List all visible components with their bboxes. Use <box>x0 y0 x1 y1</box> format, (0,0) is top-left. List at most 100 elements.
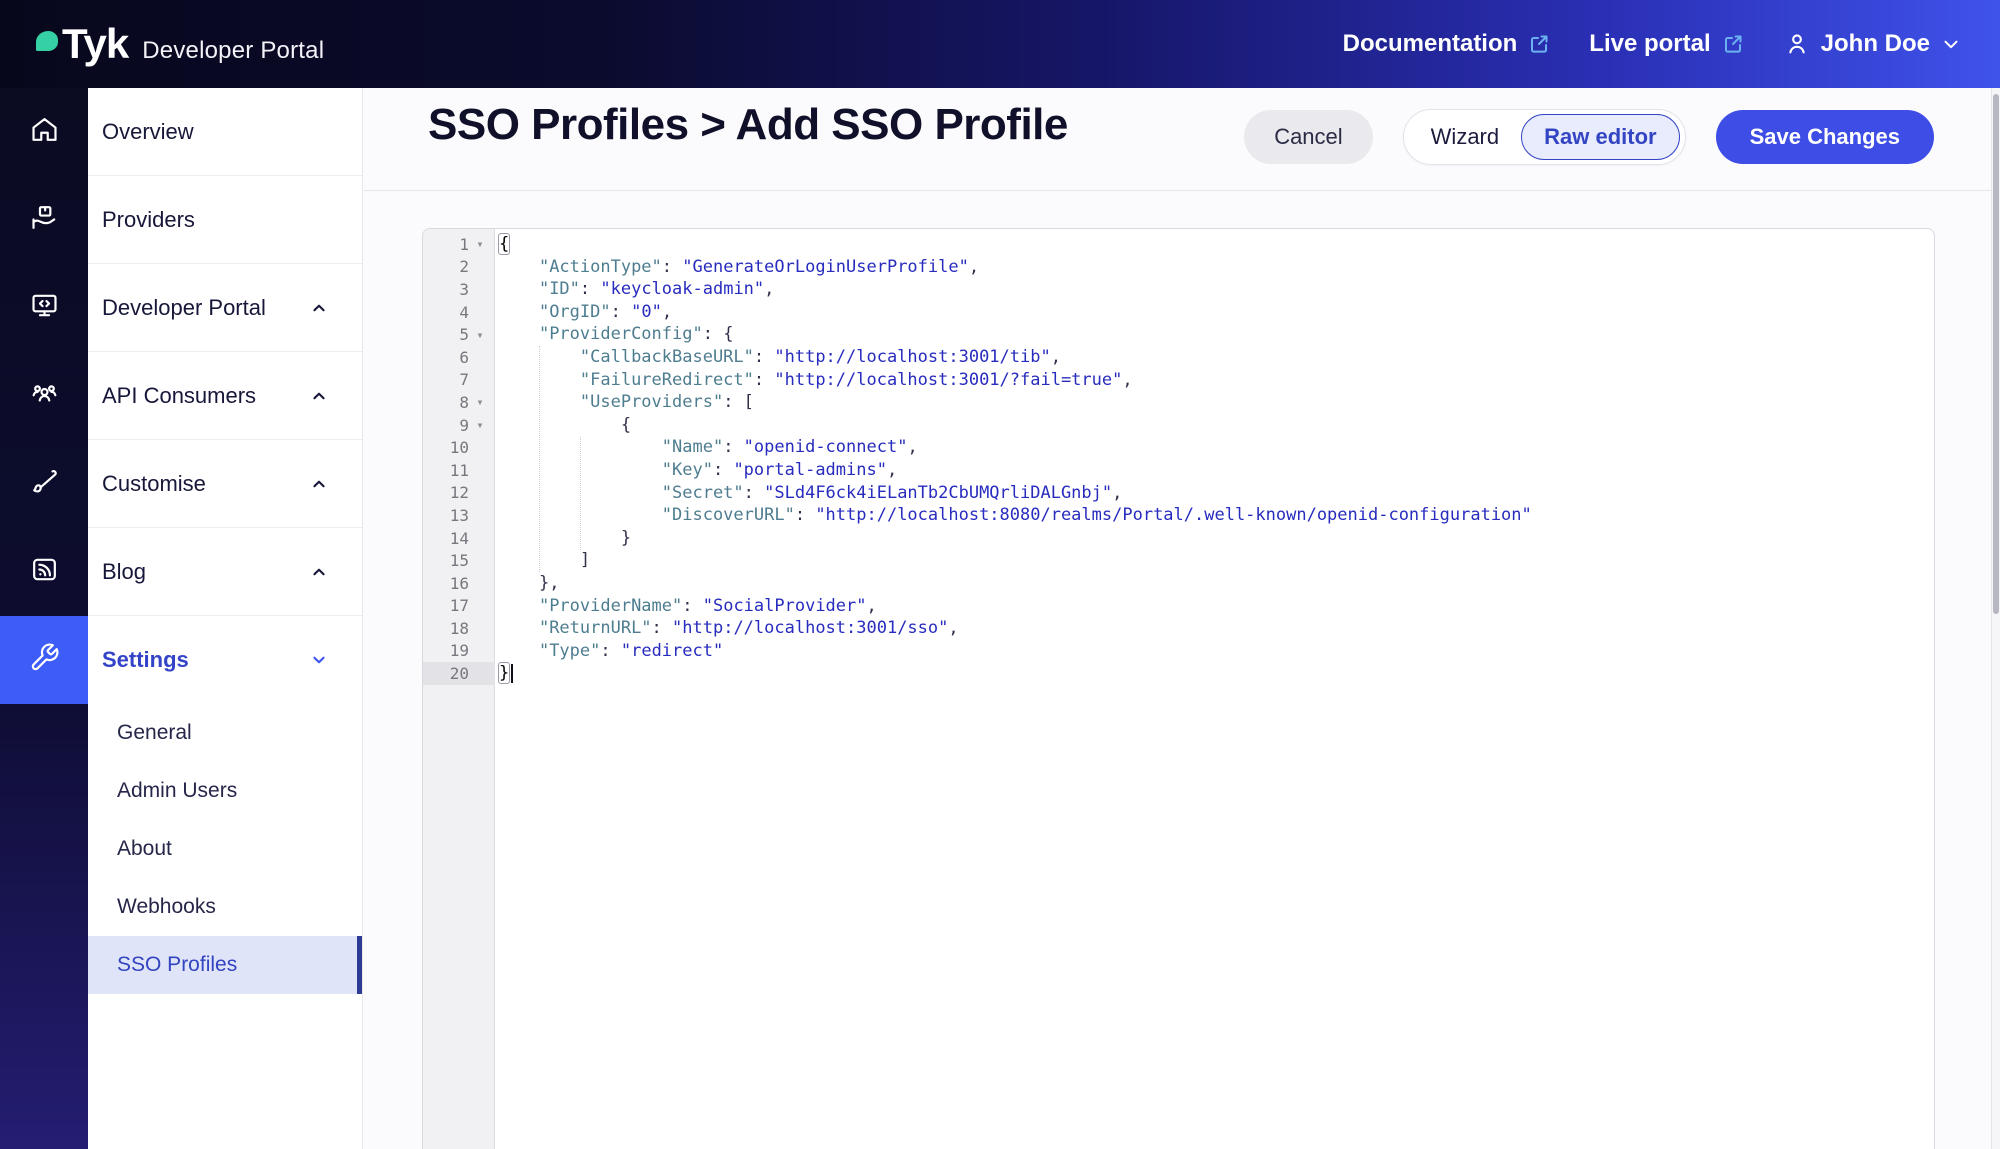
line-number-gutter: 11 <box>423 459 495 482</box>
line-number-gutter: 13 <box>423 504 495 527</box>
raw-editor-tab[interactable]: Raw editor <box>1521 114 1679 160</box>
api-consumers-icon <box>29 378 60 414</box>
code-line-3[interactable]: 3 "ID": "keycloak-admin", <box>423 278 1934 301</box>
code-line-18[interactable]: 18 "ReturnURL": "http://localhost:3001/s… <box>423 617 1934 640</box>
customise-icon <box>29 466 60 502</box>
fold-arrow-icon[interactable]: ▾ <box>469 418 491 432</box>
sidebar-item-customise[interactable]: Customise <box>88 440 362 528</box>
sidebar-item-about[interactable]: About <box>88 820 362 878</box>
code-text: "UseProviders": [ <box>495 391 754 414</box>
code-line-5[interactable]: 5▾ "ProviderConfig": { <box>423 323 1934 346</box>
sidebar-item-label: Blog <box>102 559 308 585</box>
rail-item-customise[interactable] <box>0 440 88 528</box>
line-number-gutter: 8▾ <box>423 391 495 414</box>
code-text: "ProviderName": "SocialProvider", <box>495 595 877 618</box>
code-line-15[interactable]: 15 ] <box>423 549 1934 572</box>
code-text: } <box>495 527 631 550</box>
user-menu[interactable]: John Doe <box>1783 30 1962 58</box>
rail-item-api-consumers[interactable] <box>0 352 88 440</box>
rail-item-settings-wrench[interactable] <box>0 616 88 704</box>
line-number-gutter: 9▾ <box>423 414 495 437</box>
sidebar-item-blog[interactable]: Blog <box>88 528 362 616</box>
code-text: "OrgID": "0", <box>495 301 672 324</box>
documentation-link[interactable]: Documentation <box>1343 30 1552 58</box>
line-number-gutter: 16 <box>423 572 495 595</box>
sidebar-item-sso-profiles[interactable]: SSO Profiles <box>88 936 362 994</box>
sidebar-item-webhooks[interactable]: Webhooks <box>88 878 362 936</box>
line-number: 7 <box>423 370 469 389</box>
rail-item-developer-portal[interactable] <box>0 264 88 352</box>
line-number-gutter: 14 <box>423 527 495 550</box>
code-line-10[interactable]: 10 "Name": "openid-connect", <box>423 436 1934 459</box>
line-number-gutter: 4 <box>423 301 495 324</box>
code-line-14[interactable]: 14 } <box>423 527 1934 550</box>
external-link-icon <box>1721 32 1745 56</box>
code-line-16[interactable]: 16 }, <box>423 572 1934 595</box>
header-actions: Cancel Wizard Raw editor Save Changes <box>1244 109 1934 165</box>
sidebar-item-label: About <box>117 837 172 861</box>
code-line-7[interactable]: 7 "FailureRedirect": "http://localhost:3… <box>423 369 1934 392</box>
code-line-6[interactable]: 6 "CallbackBaseURL": "http://localhost:3… <box>423 346 1934 369</box>
user-name: John Doe <box>1821 30 1930 58</box>
sidebar-item-settings[interactable]: Settings <box>88 616 362 704</box>
save-changes-button[interactable]: Save Changes <box>1716 110 1934 164</box>
window-scrollbar-thumb[interactable] <box>1993 94 1999 614</box>
line-number: 5 <box>423 325 469 344</box>
sidebar-item-label: API Consumers <box>102 383 308 409</box>
code-line-20[interactable]: 20} <box>423 662 1934 685</box>
json-code-editor[interactable]: 1▾{2 "ActionType": "GenerateOrLoginUserP… <box>422 228 1935 1149</box>
line-number-gutter: 3 <box>423 278 495 301</box>
icon-rail <box>0 88 88 1149</box>
code-text: "ReturnURL": "http://localhost:3001/sso"… <box>495 617 959 640</box>
line-number-gutter: 6 <box>423 346 495 369</box>
rail-item-blog[interactable] <box>0 528 88 616</box>
code-text: "DiscoverURL": "http://localhost:8080/re… <box>495 504 1532 527</box>
line-number: 3 <box>423 280 469 299</box>
code-line-12[interactable]: 12 "Secret": "SLd4F6ck4iELanTb2CbUMQrliD… <box>423 482 1934 505</box>
tyk-logo[interactable]: Tyk Developer Portal <box>36 23 324 65</box>
line-number-gutter: 18 <box>423 617 495 640</box>
line-number: 4 <box>423 303 469 322</box>
chevron-up-icon <box>308 385 330 407</box>
code-line-13[interactable]: 13 "DiscoverURL": "http://localhost:8080… <box>423 504 1934 527</box>
line-number: 9 <box>423 416 469 435</box>
rail-item-home[interactable] <box>0 88 88 176</box>
rail-item-providers[interactable] <box>0 176 88 264</box>
fold-arrow-icon[interactable]: ▾ <box>469 395 491 409</box>
code-line-19[interactable]: 19 "Type": "redirect" <box>423 640 1934 663</box>
code-text: "ID": "keycloak-admin", <box>495 278 774 301</box>
code-line-9[interactable]: 9▾ { <box>423 414 1934 437</box>
sidebar-item-api-consumers[interactable]: API Consumers <box>88 352 362 440</box>
code-line-17[interactable]: 17 "ProviderName": "SocialProvider", <box>423 595 1934 618</box>
line-number: 13 <box>423 506 469 525</box>
code-text: "ProviderConfig": { <box>495 323 733 346</box>
code-line-11[interactable]: 11 "Key": "portal-admins", <box>423 459 1934 482</box>
line-number: 8 <box>423 393 469 412</box>
code-text: "CallbackBaseURL": "http://localhost:300… <box>495 346 1061 369</box>
line-number: 12 <box>423 483 469 502</box>
code-line-1[interactable]: 1▾{ <box>423 233 1934 256</box>
code-text: { <box>495 233 510 256</box>
fold-arrow-icon[interactable]: ▾ <box>469 237 491 251</box>
blog-icon <box>29 554 60 590</box>
sidebar-item-general[interactable]: General <box>88 704 362 762</box>
line-number-gutter: 5▾ <box>423 323 495 346</box>
sidebar-navigation: OverviewProvidersDeveloper Portal API Con… <box>88 88 363 1149</box>
live-portal-link-label: Live portal <box>1589 30 1710 58</box>
sidebar-item-developer-portal[interactable]: Developer Portal <box>88 264 362 352</box>
code-line-2[interactable]: 2 "ActionType": "GenerateOrLoginUserProf… <box>423 256 1934 279</box>
code-line-4[interactable]: 4 "OrgID": "0", <box>423 301 1934 324</box>
line-number: 11 <box>423 461 469 480</box>
fold-arrow-icon[interactable]: ▾ <box>469 328 491 342</box>
wizard-tab[interactable]: Wizard <box>1409 124 1521 150</box>
code-text: ] <box>495 549 590 572</box>
code-text: "Secret": "SLd4F6ck4iELanTb2CbUMQrliDALG… <box>495 482 1122 505</box>
sidebar-item-label: Customise <box>102 471 308 497</box>
sidebar-item-providers[interactable]: Providers <box>88 176 362 264</box>
sidebar-item-admin-users[interactable]: Admin Users <box>88 762 362 820</box>
code-lines: 1▾{2 "ActionType": "GenerateOrLoginUserP… <box>423 233 1934 685</box>
sidebar-item-overview[interactable]: Overview <box>88 88 362 176</box>
cancel-button[interactable]: Cancel <box>1244 110 1372 164</box>
code-line-8[interactable]: 8▾ "UseProviders": [ <box>423 391 1934 414</box>
live-portal-link[interactable]: Live portal <box>1589 30 1744 58</box>
